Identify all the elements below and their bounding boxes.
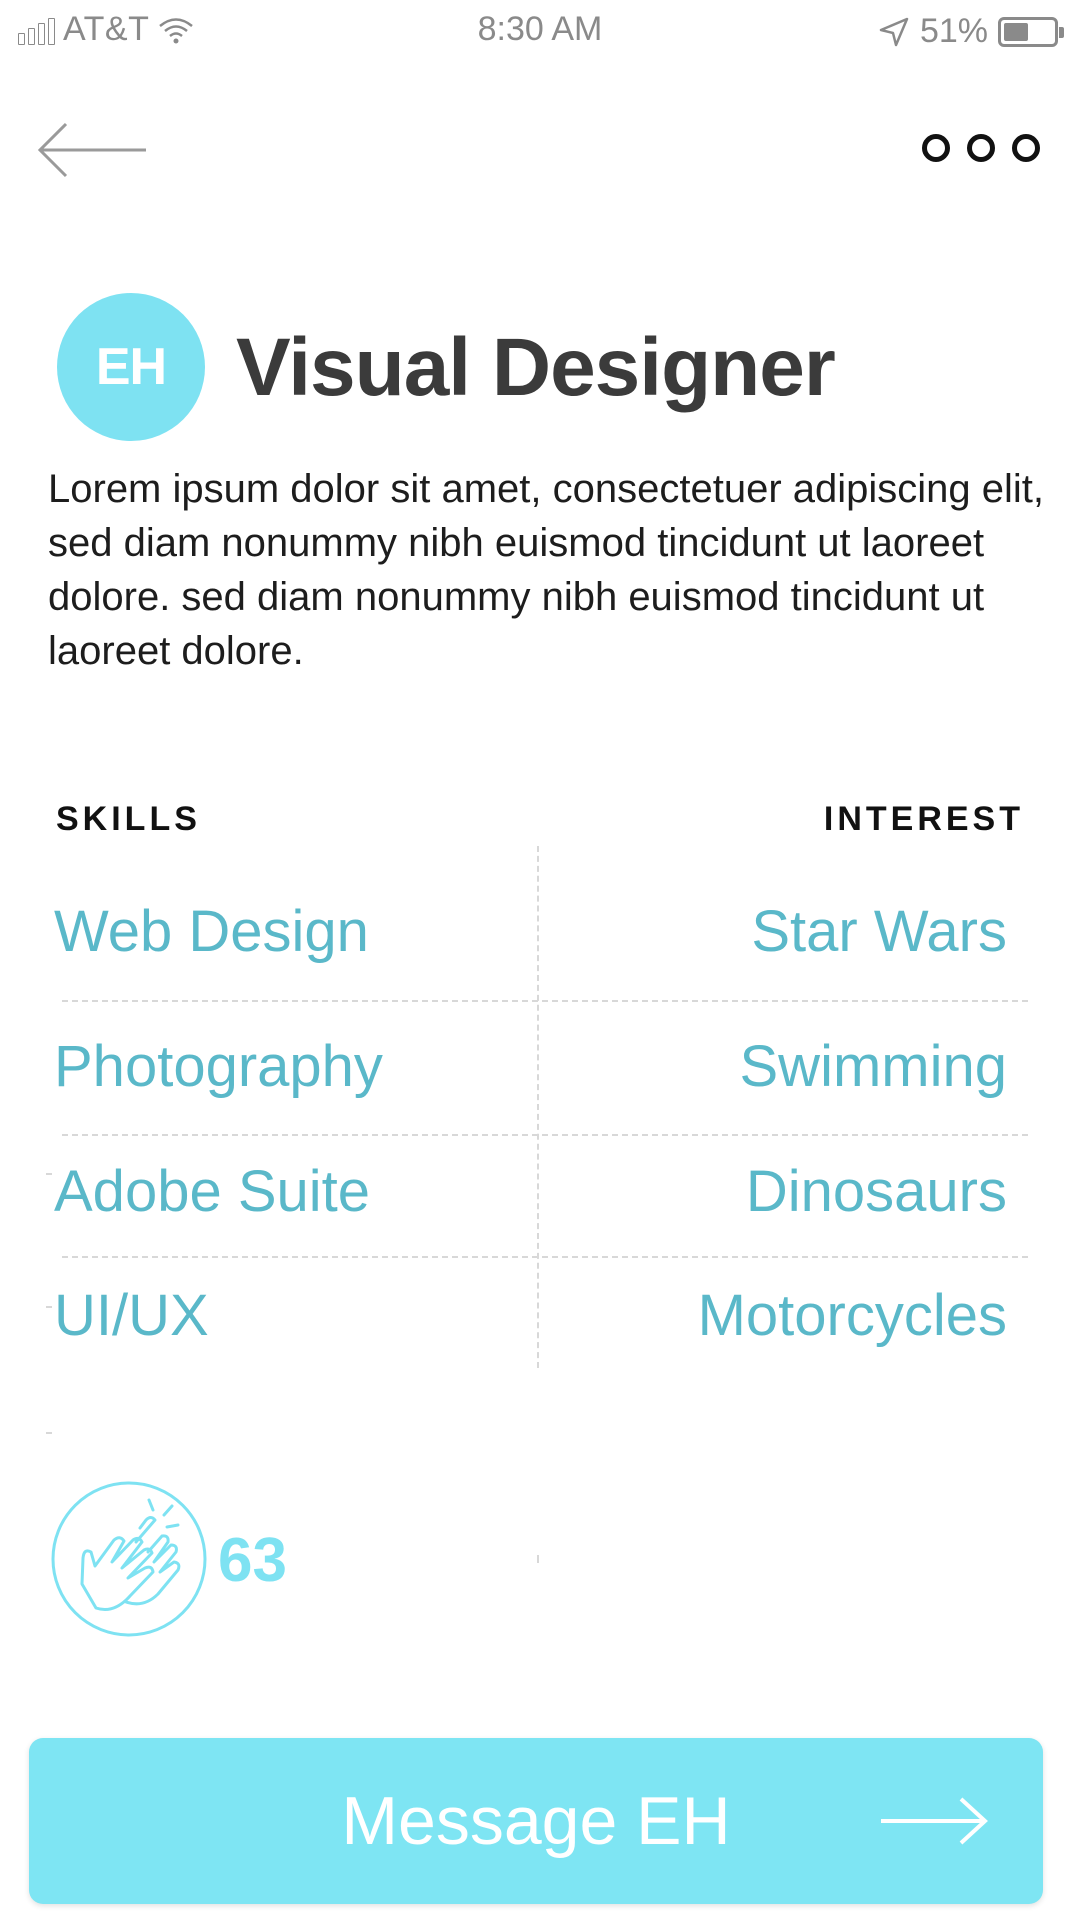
skills-heading: SKILLS <box>56 800 201 838</box>
more-dot-icon <box>967 134 995 162</box>
column-divider <box>537 846 539 1368</box>
status-bar: AT&T 8:30 AM 51% <box>0 0 1080 66</box>
clap-count: 63 <box>218 1526 287 1595</box>
interest-item[interactable]: Dinosaurs <box>746 1157 1007 1227</box>
clap-button[interactable] <box>50 1480 208 1638</box>
row-divider <box>62 1000 1028 1002</box>
skill-item[interactable]: Web Design <box>54 897 369 967</box>
arrow-right-icon <box>881 1797 988 1845</box>
bio-text: Lorem ipsum dolor sit amet, consectetuer… <box>48 467 1045 673</box>
arrow-left-icon <box>37 122 146 178</box>
row-divider <box>62 1256 1028 1258</box>
column-divider-stub <box>537 1555 539 1563</box>
back-button[interactable] <box>36 118 150 182</box>
battery-level-fill <box>1004 22 1028 41</box>
more-dot-icon <box>1012 134 1040 162</box>
status-right: 51% <box>878 12 1064 51</box>
page-title: Visual Designer <box>236 322 836 413</box>
row-tick <box>46 1306 52 1308</box>
interest-item[interactable]: Swimming <box>740 1032 1008 1102</box>
skill-item[interactable]: UI/UX <box>54 1281 209 1351</box>
battery-percent: 51% <box>919 12 988 50</box>
location-arrow-icon <box>879 17 909 46</box>
row-divider <box>62 1134 1028 1136</box>
more-options-button[interactable] <box>922 134 1040 162</box>
skill-item[interactable]: Photography <box>54 1032 383 1102</box>
row-tick <box>46 1432 52 1434</box>
message-button[interactable]: Message EH <box>29 1738 1043 1904</box>
interest-item[interactable]: Motorcycles <box>698 1281 1007 1351</box>
more-dot-icon <box>922 134 950 162</box>
interest-item[interactable]: Star Wars <box>751 897 1007 967</box>
skill-item[interactable]: Adobe Suite <box>54 1157 370 1227</box>
clapping-hands-icon <box>51 1481 207 1637</box>
row-tick <box>46 1173 52 1175</box>
battery-icon <box>998 16 1064 47</box>
interest-heading: INTEREST <box>823 800 1024 838</box>
avatar: EH <box>57 293 205 441</box>
